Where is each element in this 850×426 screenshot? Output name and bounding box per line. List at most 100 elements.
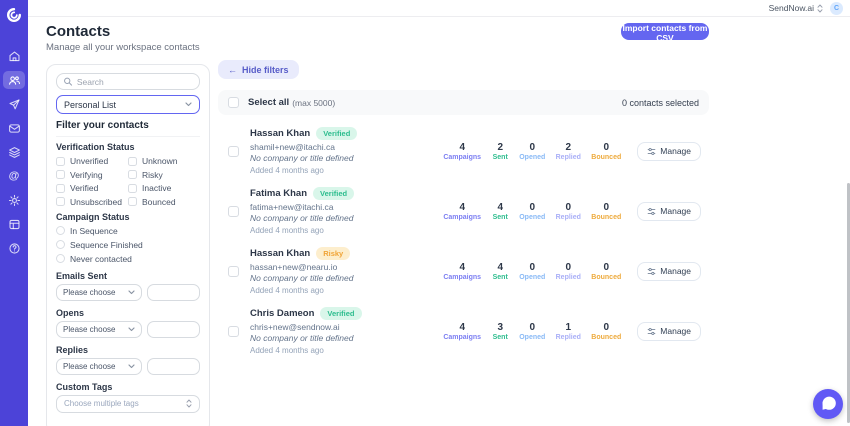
manage-button[interactable]: Manage: [637, 201, 701, 221]
avatar[interactable]: C: [830, 1, 843, 15]
status-badge: Verified: [313, 187, 355, 200]
replies-value-input[interactable]: [147, 357, 200, 375]
select-all-bar: Select all (max 5000) 0 contacts selecte…: [218, 90, 709, 115]
checkbox-bounced[interactable]: Bounced: [128, 197, 200, 207]
status-badge: Verified: [316, 127, 358, 140]
contact-checkbox[interactable]: [228, 205, 239, 217]
manage-button[interactable]: Manage: [637, 141, 701, 161]
radio-sequence-finished[interactable]: Sequence Finished: [56, 240, 200, 250]
sidebar-item-help[interactable]: [3, 239, 25, 257]
contact-checkbox[interactable]: [228, 265, 239, 277]
select-all-checkbox[interactable]: [228, 97, 239, 108]
stat-campaigns-value: 4: [459, 141, 465, 153]
contact-added: Added 4 months ago: [250, 226, 324, 235]
sidebar-item-mentions[interactable]: @: [3, 167, 25, 185]
stat-replied-label: Replied: [555, 273, 581, 281]
contact-row: Chris Dameon Verified chris+new@sendnow.…: [218, 301, 709, 361]
checkbox-inactive[interactable]: Inactive: [128, 183, 200, 193]
stat-sent-value: 3: [497, 321, 503, 333]
topbar: SendNow.ai C: [28, 0, 850, 17]
opens-value-input[interactable]: [147, 320, 200, 338]
page-title: Contacts: [46, 23, 111, 40]
stat-campaigns-label: Campaigns: [443, 153, 482, 161]
radio-icon: [56, 240, 65, 249]
opens-label: Opens: [56, 307, 85, 318]
custom-tags-select[interactable]: Choose multiple tags: [56, 394, 200, 413]
select-all-label: Select all: [248, 97, 290, 108]
sliders-icon: [648, 147, 656, 155]
radio-in-sequence[interactable]: In Sequence: [56, 226, 200, 236]
filter-heading: Filter your contacts: [56, 120, 149, 131]
search-icon: [64, 77, 73, 86]
checkbox-unverified[interactable]: Unverified: [56, 156, 128, 166]
selected-count: 0 contacts selected: [621, 97, 699, 108]
checkbox-icon: [56, 170, 65, 179]
chevron-down-icon: [185, 102, 192, 107]
stat-campaigns-label: Campaigns: [443, 213, 482, 221]
contact-name: Fatima Khan: [250, 188, 308, 199]
manage-button[interactable]: Manage: [637, 261, 701, 281]
sidebar-item-sequences[interactable]: [3, 143, 25, 161]
checkbox-unknown[interactable]: Unknown: [128, 156, 200, 166]
stat-bounced-value: 0: [603, 201, 610, 213]
stat-campaigns-value: 4: [459, 261, 465, 273]
status-badge: Verified: [320, 307, 362, 320]
import-contacts-button[interactable]: Import contacts from CSV: [621, 23, 709, 43]
sidebar-item-inbox[interactable]: [3, 119, 25, 137]
sidebar-item-contacts[interactable]: [3, 71, 25, 89]
sliders-icon: [648, 207, 656, 215]
sidebar-item-home[interactable]: [3, 47, 25, 65]
search-input[interactable]: [76, 76, 193, 87]
at-sign-icon: @: [8, 169, 20, 182]
emails-sent-value-input[interactable]: [147, 283, 200, 301]
workspace-switcher[interactable]: SendNow.ai: [769, 3, 823, 13]
hide-filters-button[interactable]: ← Hide filters: [218, 60, 299, 79]
radio-never-contacted[interactable]: Never contacted: [56, 254, 200, 264]
replies-operator-select[interactable]: Please choose: [56, 357, 142, 375]
stat-replied-label: Replied: [555, 213, 581, 221]
app-logo-icon[interactable]: [4, 5, 24, 25]
sidebar-item-campaigns[interactable]: [3, 95, 25, 113]
checkbox-risky[interactable]: Risky: [128, 170, 200, 180]
divider: [56, 136, 200, 137]
stat-opened-value: 0: [529, 141, 536, 153]
contact-email: shamil+new@itachi.ca: [250, 142, 335, 152]
contact-name: Chris Dameon: [250, 308, 315, 319]
contact-checkbox[interactable]: [228, 325, 239, 337]
stat-replied-value: 0: [565, 261, 572, 273]
sliders-icon: [648, 327, 656, 335]
layers-icon: [8, 146, 20, 158]
contact-company: No company or title defined: [250, 333, 354, 343]
stat-bounced-label: Bounced: [591, 213, 622, 221]
stat-replied-value: 1: [565, 321, 572, 333]
contact-added: Added 4 months ago: [250, 166, 324, 175]
sidebar-item-settings[interactable]: [3, 191, 25, 209]
stat-opened-label: Opened: [519, 333, 546, 341]
manage-button[interactable]: Manage: [637, 321, 701, 341]
stat-sent-label: Sent: [492, 153, 508, 161]
stat-opened-label: Opened: [519, 273, 546, 281]
checkbox-icon: [128, 170, 137, 179]
checkbox-verifying[interactable]: Verifying: [56, 170, 128, 180]
checkbox-unsubscribed[interactable]: Unsubscribed: [56, 197, 128, 207]
list-select[interactable]: Personal List: [56, 95, 200, 114]
sidebar-item-reports[interactable]: [3, 215, 25, 233]
app-root: @ SendNow.ai C Contacts Manage all your …: [0, 0, 850, 426]
checkbox-icon: [56, 156, 65, 166]
chevron-down-icon: [128, 363, 135, 368]
chevron-down-icon: [128, 326, 135, 331]
emails-sent-operator-select[interactable]: Please choose: [56, 283, 142, 301]
sliders-icon: [648, 267, 656, 275]
contact-email: hassan+new@nearu.io: [250, 262, 338, 272]
chat-launcher-button[interactable]: [813, 389, 843, 419]
contact-company: No company or title defined: [250, 153, 354, 163]
stat-bounced-label: Bounced: [591, 333, 622, 341]
replies-label: Replies: [56, 344, 89, 355]
checkbox-icon: [56, 197, 65, 206]
checkbox-verified[interactable]: Verified: [56, 183, 128, 193]
send-icon: [9, 99, 19, 109]
opens-operator-select[interactable]: Please choose: [56, 320, 142, 338]
chat-bubble-icon: [822, 396, 836, 410]
contact-stats: 4 Campaigns 4 Sent 0 Opened 0 Replied 0 Bounc…: [443, 262, 621, 281]
contact-checkbox[interactable]: [228, 145, 239, 157]
